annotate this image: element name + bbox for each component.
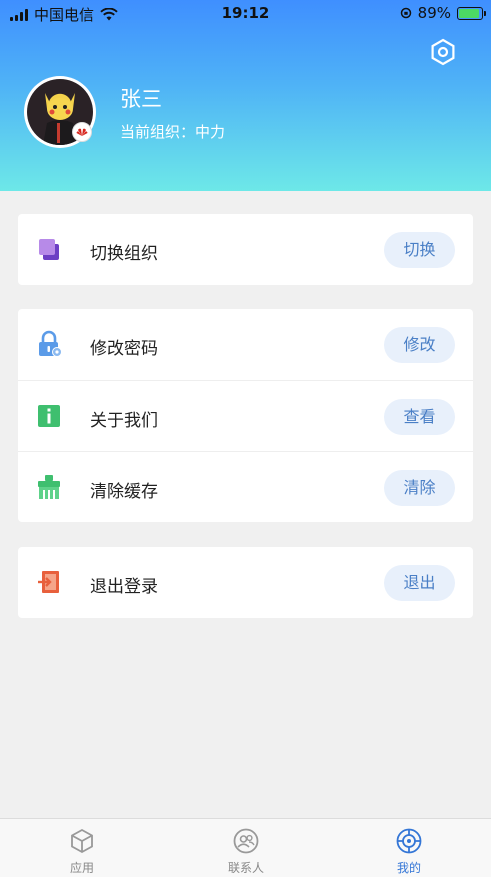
menu-card-org: 切换组织 切换 [18, 214, 473, 285]
menu-label: 关于我们 [90, 411, 158, 431]
user-name: 张三 [120, 87, 162, 111]
tab-apps[interactable]: 应用 [22, 819, 142, 877]
logout-button[interactable]: 退出 [384, 565, 455, 601]
avatar[interactable] [24, 76, 96, 148]
current-org-name: 中力 [195, 123, 226, 141]
clear-button[interactable]: 清除 [384, 470, 455, 506]
battery-icon [457, 6, 486, 20]
tab-mine[interactable]: 我的 [349, 819, 469, 877]
menu-row-change-password[interactable]: 修改密码 修改 [18, 309, 473, 380]
tab-label: 联系人 [227, 861, 264, 875]
broom-icon [38, 475, 60, 499]
battery-percent: 89% [417, 4, 451, 22]
menu-card-logout: 退出登录 退出 [18, 547, 473, 618]
menu-label: 退出登录 [90, 577, 158, 597]
modify-button[interactable]: 修改 [384, 327, 455, 363]
menu-row-about-us[interactable]: 关于我们 查看 [18, 380, 473, 451]
menu-row-clear-cache[interactable]: 清除缓存 清除 [18, 451, 473, 522]
settings-hexagon-icon[interactable] [429, 38, 457, 66]
tab-contacts[interactable]: 联系人 [186, 819, 306, 877]
switch-button[interactable]: 切换 [384, 232, 455, 268]
info-icon [38, 405, 60, 427]
tab-bar: 应用 联系人 我的 [0, 818, 491, 877]
current-org-label: 当前组织： [120, 123, 196, 141]
menu-label: 修改密码 [90, 339, 158, 359]
logout-icon [38, 571, 59, 593]
menu-row-switch-org[interactable]: 切换组织 切换 [18, 214, 473, 285]
lock-icon [39, 330, 62, 357]
target-icon [396, 828, 422, 854]
cube-icon [71, 828, 93, 854]
huawei-badge-icon [72, 122, 92, 142]
contacts-icon [233, 828, 259, 854]
tab-label: 应用 [69, 861, 94, 875]
tab-label: 我的 [396, 861, 421, 875]
status-bar: 中国电信 19:12 89% [0, 0, 491, 26]
menu-label: 清除缓存 [90, 482, 158, 502]
orientation-lock-icon [400, 7, 411, 19]
status-bar-right: 89% [400, 4, 486, 22]
menu-label: 切换组织 [90, 244, 158, 264]
view-button[interactable]: 查看 [384, 399, 455, 435]
current-org: 当前组织： 中力 [120, 121, 225, 142]
menu-row-logout[interactable]: 退出登录 退出 [18, 547, 473, 618]
switch-org-icon [39, 239, 59, 260]
menu-card-settings: 修改密码 修改 关于我们 查看 清除缓存 清除 [18, 309, 473, 522]
